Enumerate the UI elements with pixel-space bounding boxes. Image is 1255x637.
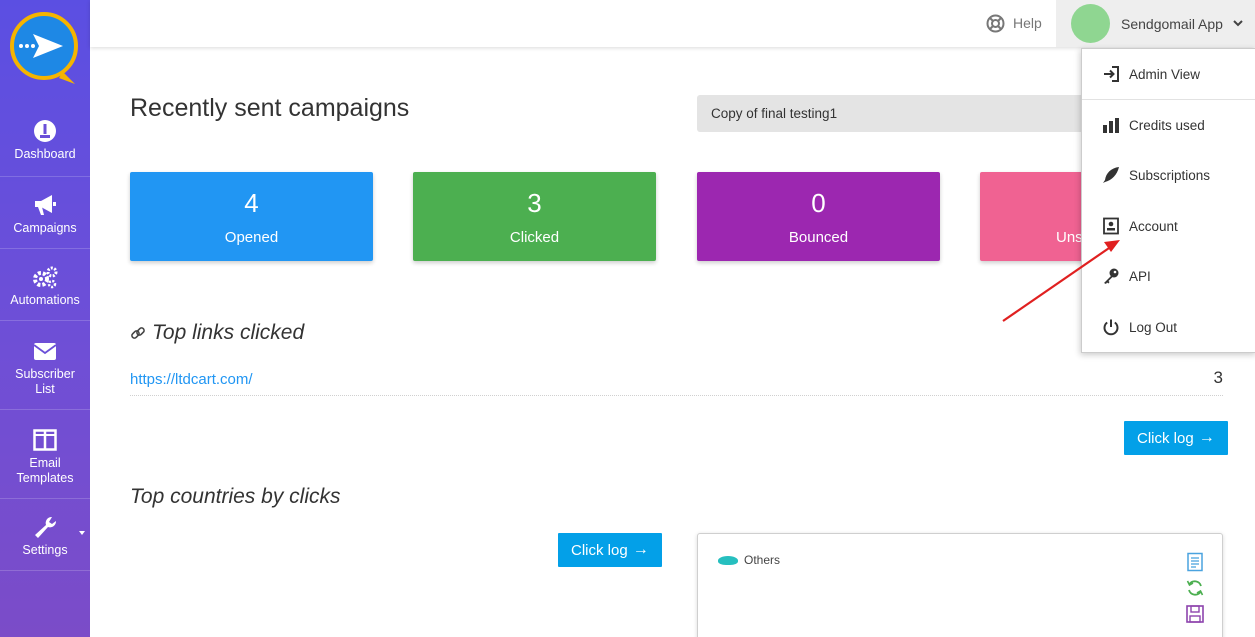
id-card-icon	[1103, 217, 1119, 235]
legend-label: Others	[744, 553, 781, 567]
menu-item-admin-view[interactable]: Admin View	[1082, 49, 1255, 99]
sidebar-item-label: Subscriber List	[15, 367, 75, 396]
envelope-icon	[33, 343, 57, 360]
stat-label: Bounced	[788, 229, 849, 246]
feather-icon	[1103, 167, 1119, 183]
sidebar-item-label: Email Templates	[16, 456, 74, 485]
caret-down-icon	[79, 531, 85, 535]
link-click-count: 3	[1213, 368, 1223, 387]
stat-label: Opened	[224, 229, 279, 246]
menu-item-log-out[interactable]: Log Out	[1082, 302, 1255, 352]
app-logo[interactable]	[9, 10, 81, 88]
menu-item-account[interactable]: Account	[1082, 201, 1255, 251]
sign-in-icon	[1104, 66, 1119, 82]
stat-card-clicked: 3 Clicked	[413, 172, 656, 261]
top-links-title: Top links clicked	[152, 321, 305, 344]
click-log-label: Click log	[571, 541, 628, 559]
link-icon	[131, 327, 145, 339]
menu-item-label: Log Out	[1129, 319, 1178, 335]
user-menu-toggle[interactable]: Sendgomail App	[1056, 0, 1255, 47]
legend-swatch	[718, 555, 738, 565]
stat-card-opened: 4 Opened	[130, 172, 373, 261]
sidebar-item-email-templates[interactable]: Email Templates	[0, 410, 90, 499]
menu-item-credits-used[interactable]: Credits used	[1082, 100, 1255, 150]
sidebar-item-campaigns[interactable]: Campaigns	[0, 177, 90, 249]
click-log-button[interactable]: Click log →	[1124, 421, 1228, 455]
bar-chart-icon	[1103, 118, 1119, 133]
megaphone-icon	[35, 195, 56, 215]
page-title: Recently sent campaigns	[130, 94, 410, 122]
click-log-label: Click log	[1137, 429, 1194, 447]
menu-item-label: API	[1129, 268, 1151, 284]
sidebar-item-dashboard[interactable]: Dashboard	[0, 105, 90, 177]
sidebar-item-label: Campaigns	[13, 221, 77, 235]
dashboard-gauge-icon	[34, 120, 56, 142]
stat-value: 3	[527, 188, 542, 218]
life-ring-icon	[986, 14, 1005, 32]
help-label: Help	[1013, 15, 1042, 31]
avatar	[1071, 4, 1110, 43]
table-row: https://ltdcart.com/ 3	[130, 368, 1223, 396]
save-image-icon[interactable]	[1185, 604, 1205, 624]
wrench-icon	[35, 516, 57, 538]
sidebar-item-settings[interactable]: Settings	[0, 499, 90, 571]
countries-chart: Others	[697, 533, 1223, 637]
menu-item-label: Admin View	[1129, 66, 1201, 82]
topbar: Help Sendgomail App	[90, 0, 1255, 47]
menu-item-label: Account	[1129, 218, 1178, 234]
countries-click-log-button[interactable]: Click log →	[558, 533, 662, 567]
sidebar-item-label: Dashboard	[14, 147, 76, 161]
sidebar-item-label: Settings	[22, 543, 68, 557]
stat-value: 4	[244, 188, 259, 218]
data-view-icon[interactable]	[1185, 552, 1205, 572]
menu-item-label: Credits used	[1129, 117, 1205, 133]
arrow-right-icon: →	[632, 541, 649, 558]
refresh-icon[interactable]	[1185, 578, 1205, 598]
key-icon	[1104, 268, 1119, 284]
sidebar: Dashboard Campaigns Automations Subscrib…	[0, 0, 90, 637]
chevron-down-icon	[1233, 20, 1243, 27]
link-url[interactable]: https://ltdcart.com/	[130, 371, 253, 388]
gears-icon	[33, 266, 58, 289]
campaign-select[interactable]: Copy of final testing1	[697, 95, 1092, 132]
top-links-heading: Top links clicked	[130, 321, 304, 345]
menu-item-subscriptions[interactable]: Subscriptions	[1082, 150, 1255, 200]
columns-layout-icon	[33, 429, 57, 451]
user-dropdown-menu: Admin View Credits used Subscriptions Ac…	[1081, 48, 1255, 353]
sidebar-item-subscriber-list[interactable]: Subscriber List	[0, 321, 90, 410]
stat-label: Clicked	[509, 229, 560, 246]
menu-item-label: Subscriptions	[1129, 167, 1211, 183]
user-name: Sendgomail App	[1121, 15, 1223, 32]
sidebar-item-label: Automations	[10, 293, 80, 307]
chart-legend-item[interactable]: Others	[718, 553, 780, 567]
power-icon	[1103, 319, 1119, 336]
stat-card-bounced: 0 Bounced	[697, 172, 940, 261]
stat-value: 0	[811, 188, 826, 218]
arrow-right-icon: →	[1198, 429, 1215, 446]
help-link[interactable]: Help	[986, 12, 1042, 34]
menu-item-api[interactable]: API	[1082, 251, 1255, 301]
top-countries-heading: Top countries by clicks	[130, 485, 341, 508]
sidebar-item-automations[interactable]: Automations	[0, 249, 90, 321]
